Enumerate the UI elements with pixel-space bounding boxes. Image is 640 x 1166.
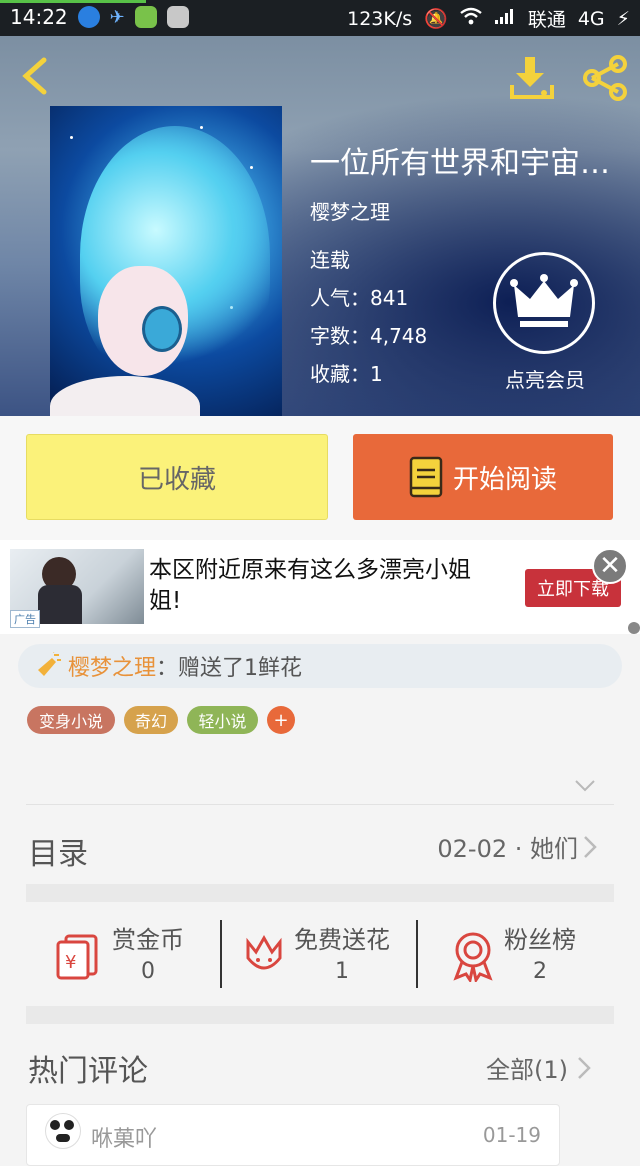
comment-date: 01-19 (482, 1123, 541, 1147)
chevron-right-icon (584, 836, 597, 858)
comment-card[interactable]: 咻菓吖 01-19 (26, 1104, 560, 1166)
ad-text[interactable]: 本区附近原来有这么多漂亮小姐姐! (149, 555, 499, 617)
reward-label: 免费送花 (294, 926, 390, 954)
free-flower-button[interactable]: 免费送花 1 (240, 920, 390, 990)
tag-chip[interactable]: 奇幻 (124, 706, 178, 734)
status-time: 14:22 (10, 5, 68, 29)
download-icon (510, 57, 554, 99)
all-comments-label: 全部(1) (486, 1056, 568, 1084)
tag-chip[interactable]: 变身小说 (27, 706, 115, 734)
book-status: 连载 (310, 248, 350, 272)
favorites-stat: 收藏：1 (310, 358, 383, 387)
ad-tag: 广告 (10, 610, 40, 628)
flower-notice: 樱梦之理 ：赠送了1鲜花 (18, 644, 622, 688)
coin-reward-button[interactable]: ¥ 赏金币 0 (54, 920, 184, 990)
share-button[interactable] (580, 55, 630, 101)
bird-app-icon: ✈ (109, 6, 125, 28)
hot-comments-header: 热门评论 (28, 1054, 148, 1089)
toc-label: 目录 (28, 837, 88, 872)
red-envelope-icon: ¥ (56, 934, 98, 980)
tag-label: 变身小说 (38, 712, 103, 731)
book-title: 一位所有世界和宇宙… (310, 146, 610, 181)
megaphone-icon (38, 652, 61, 676)
back-button[interactable] (18, 56, 52, 96)
message-app-icon (166, 6, 189, 28)
wordcount-stat: 字数：4,748 (310, 320, 427, 349)
avatar[interactable] (45, 1113, 81, 1149)
reward-value: 1 (335, 959, 349, 984)
tag-chip[interactable]: 轻小说 (187, 706, 258, 734)
tag-label: 奇幻 (134, 712, 167, 731)
add-tag-label: + (273, 709, 289, 731)
popularity-value: 841 (370, 286, 409, 310)
close-icon: ✕ (599, 551, 621, 581)
comment-user[interactable]: 咻菓吖 (91, 1121, 157, 1153)
ad-info-icon[interactable] (628, 622, 640, 634)
svg-text:¥: ¥ (65, 952, 76, 973)
wordcount-label: 字数： (310, 324, 370, 348)
wifi-icon (460, 7, 482, 30)
reward-label: 赏金币 (112, 926, 184, 954)
add-tag-button[interactable]: + (267, 706, 295, 734)
favorited-label: 已收藏 (137, 464, 216, 495)
table-of-contents-row[interactable]: 目录 02-02 · 她们 (26, 804, 614, 885)
book-icon (409, 456, 443, 498)
book-author[interactable]: 樱梦之理 (310, 196, 390, 225)
charging-icon: ⚡ (616, 7, 630, 30)
start-reading-label: 开始阅读 (452, 464, 557, 495)
book-cover-image[interactable] (50, 106, 282, 416)
reward-value: 0 (141, 959, 155, 984)
wordcount-value: 4,748 (370, 324, 428, 348)
vertical-divider (416, 920, 418, 988)
medal-icon (453, 932, 493, 982)
android-app-icon (134, 6, 157, 28)
k-app-icon (77, 6, 100, 28)
start-reading-button[interactable]: 开始阅读 (353, 434, 613, 520)
section-divider (26, 884, 614, 902)
mute-icon: 🔕 (424, 8, 448, 30)
reward-value: 2 (533, 959, 547, 984)
status-bar: 14:22 ✈ 123K/s 🔕 联通 4G ⚡ (0, 0, 640, 36)
notice-text: ：赠送了1鲜花 (156, 656, 303, 681)
signal-icon (494, 7, 516, 30)
status-progress-line (0, 0, 146, 3)
reward-label: 粉丝榜 (504, 926, 576, 954)
flower-icon (246, 934, 282, 970)
download-button[interactable] (508, 55, 556, 101)
toc-latest-chapter: 02-02 · 她们 (437, 835, 578, 863)
popularity-stat: 人气：841 (310, 282, 408, 311)
section-divider (26, 1006, 614, 1024)
crown-icon (510, 274, 578, 327)
network-speed: 123K/s (347, 7, 413, 30)
carrier-name: 联通 (527, 9, 566, 31)
favorited-button[interactable]: 已收藏 (26, 434, 328, 520)
network-type: 4G (577, 7, 605, 30)
all-comments-link[interactable]: 全部(1) (486, 1050, 592, 1085)
favorites-value: 1 (370, 362, 383, 386)
favorites-label: 收藏： (310, 362, 370, 386)
share-icon (583, 55, 627, 101)
chevron-left-icon (22, 57, 47, 95)
notice-user[interactable]: 樱梦之理 (68, 650, 156, 682)
vip-button[interactable] (493, 252, 595, 354)
popularity-label: 人气： (310, 286, 370, 310)
chevron-right-icon (578, 1056, 591, 1079)
tag-label: 轻小说 (198, 712, 247, 731)
expand-chevron-icon[interactable] (574, 778, 596, 797)
fan-ranking-button[interactable]: 粉丝榜 2 (450, 920, 576, 990)
ad-close-button[interactable]: ✕ (592, 548, 628, 584)
vip-label: 点亮会员 (505, 368, 585, 392)
vertical-divider (220, 920, 222, 988)
